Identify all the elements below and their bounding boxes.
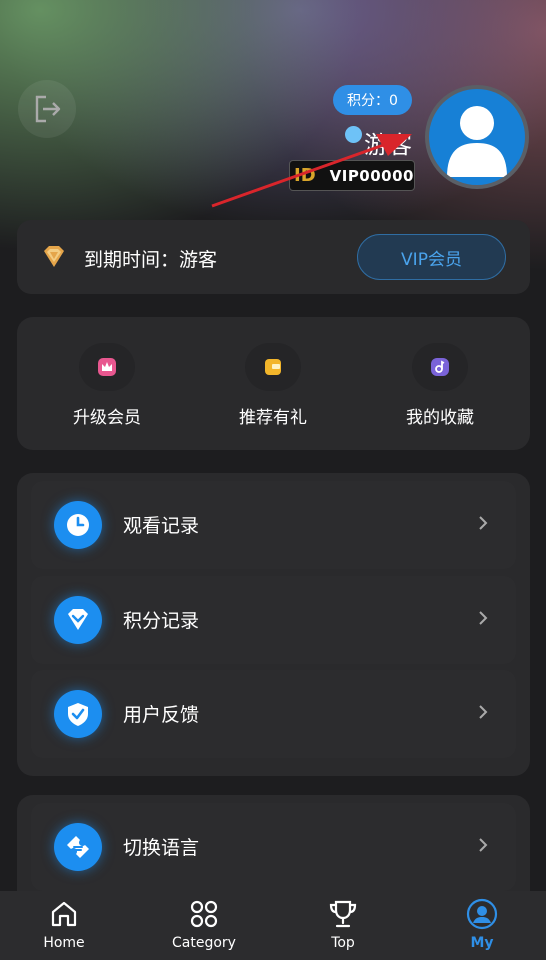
quick-actions-card: 升级会员 推荐有礼 我的收藏: [17, 317, 530, 450]
tab-label: Category: [172, 935, 236, 951]
user-id-badge: ID VIP00000: [289, 160, 415, 191]
vip-member-button[interactable]: VIP会员: [357, 234, 506, 280]
tab-category[interactable]: Category: [136, 891, 272, 960]
crown-icon: [98, 358, 116, 376]
referral-reward-item[interactable]: 推荐有礼: [213, 343, 333, 428]
chevron-right-icon: [479, 611, 488, 625]
diamond-tag-icon: [68, 609, 88, 630]
menu-item-label: 积分记录: [123, 610, 200, 632]
menu-item-label: 观看记录: [123, 515, 200, 537]
points-badge[interactable]: 积分：0: [333, 85, 412, 115]
logout-button[interactable]: [18, 80, 76, 138]
vip-expiry-text: 到期时间：游客: [84, 249, 218, 271]
upgrade-member-item[interactable]: 升级会员: [47, 343, 167, 428]
id-value: VIP00000: [329, 166, 414, 185]
menu-item-switch-language[interactable]: 切换语言: [31, 803, 516, 891]
tab-label: My: [470, 935, 494, 951]
gift-card-icon: [265, 359, 281, 375]
tab-label: Top: [331, 935, 355, 951]
avatar[interactable]: [425, 85, 529, 189]
ticket-icon: [67, 836, 89, 858]
user-silhouette-icon: [447, 106, 507, 177]
quick-action-label: 推荐有礼: [239, 408, 307, 428]
menu-item-label: 用户反馈: [123, 704, 200, 726]
shield-icon: [68, 703, 88, 726]
clock-icon: [67, 514, 89, 536]
music-note-icon: [431, 358, 449, 376]
menu-item-watch-history[interactable]: 观看记录: [31, 481, 516, 569]
trophy-icon: [329, 900, 357, 928]
home-icon: [51, 901, 77, 927]
chevron-right-icon: [479, 705, 488, 719]
chevron-right-icon: [479, 516, 488, 530]
my-favorites-item[interactable]: 我的收藏: [380, 343, 500, 428]
points-badge-text: 积分：0: [347, 93, 398, 109]
menu-card: 观看记录 积分记录 用户反馈: [17, 473, 530, 776]
status-dot: [345, 126, 362, 143]
logout-icon: [35, 95, 61, 123]
tab-my[interactable]: My: [414, 891, 546, 960]
id-tag: ID: [294, 165, 316, 186]
tab-label: Home: [43, 935, 85, 951]
vip-status-bar: 到期时间：游客 VIP会员: [17, 220, 530, 294]
category-icon: [190, 900, 218, 928]
tab-home[interactable]: Home: [0, 891, 132, 960]
chevron-right-icon: [479, 838, 488, 852]
username: 游客: [364, 131, 412, 159]
quick-action-label: 我的收藏: [406, 408, 474, 428]
tab-top[interactable]: Top: [275, 891, 411, 960]
menu-item-user-feedback[interactable]: 用户反馈: [31, 670, 516, 758]
quick-action-label: 升级会员: [73, 408, 141, 428]
diamond-icon: [44, 246, 64, 267]
menu-item-label: 切换语言: [123, 837, 200, 859]
menu-item-points-history[interactable]: 积分记录: [31, 576, 516, 664]
user-circle-icon: [466, 898, 498, 930]
bottom-tab-bar: Home Category Top My: [0, 891, 546, 960]
